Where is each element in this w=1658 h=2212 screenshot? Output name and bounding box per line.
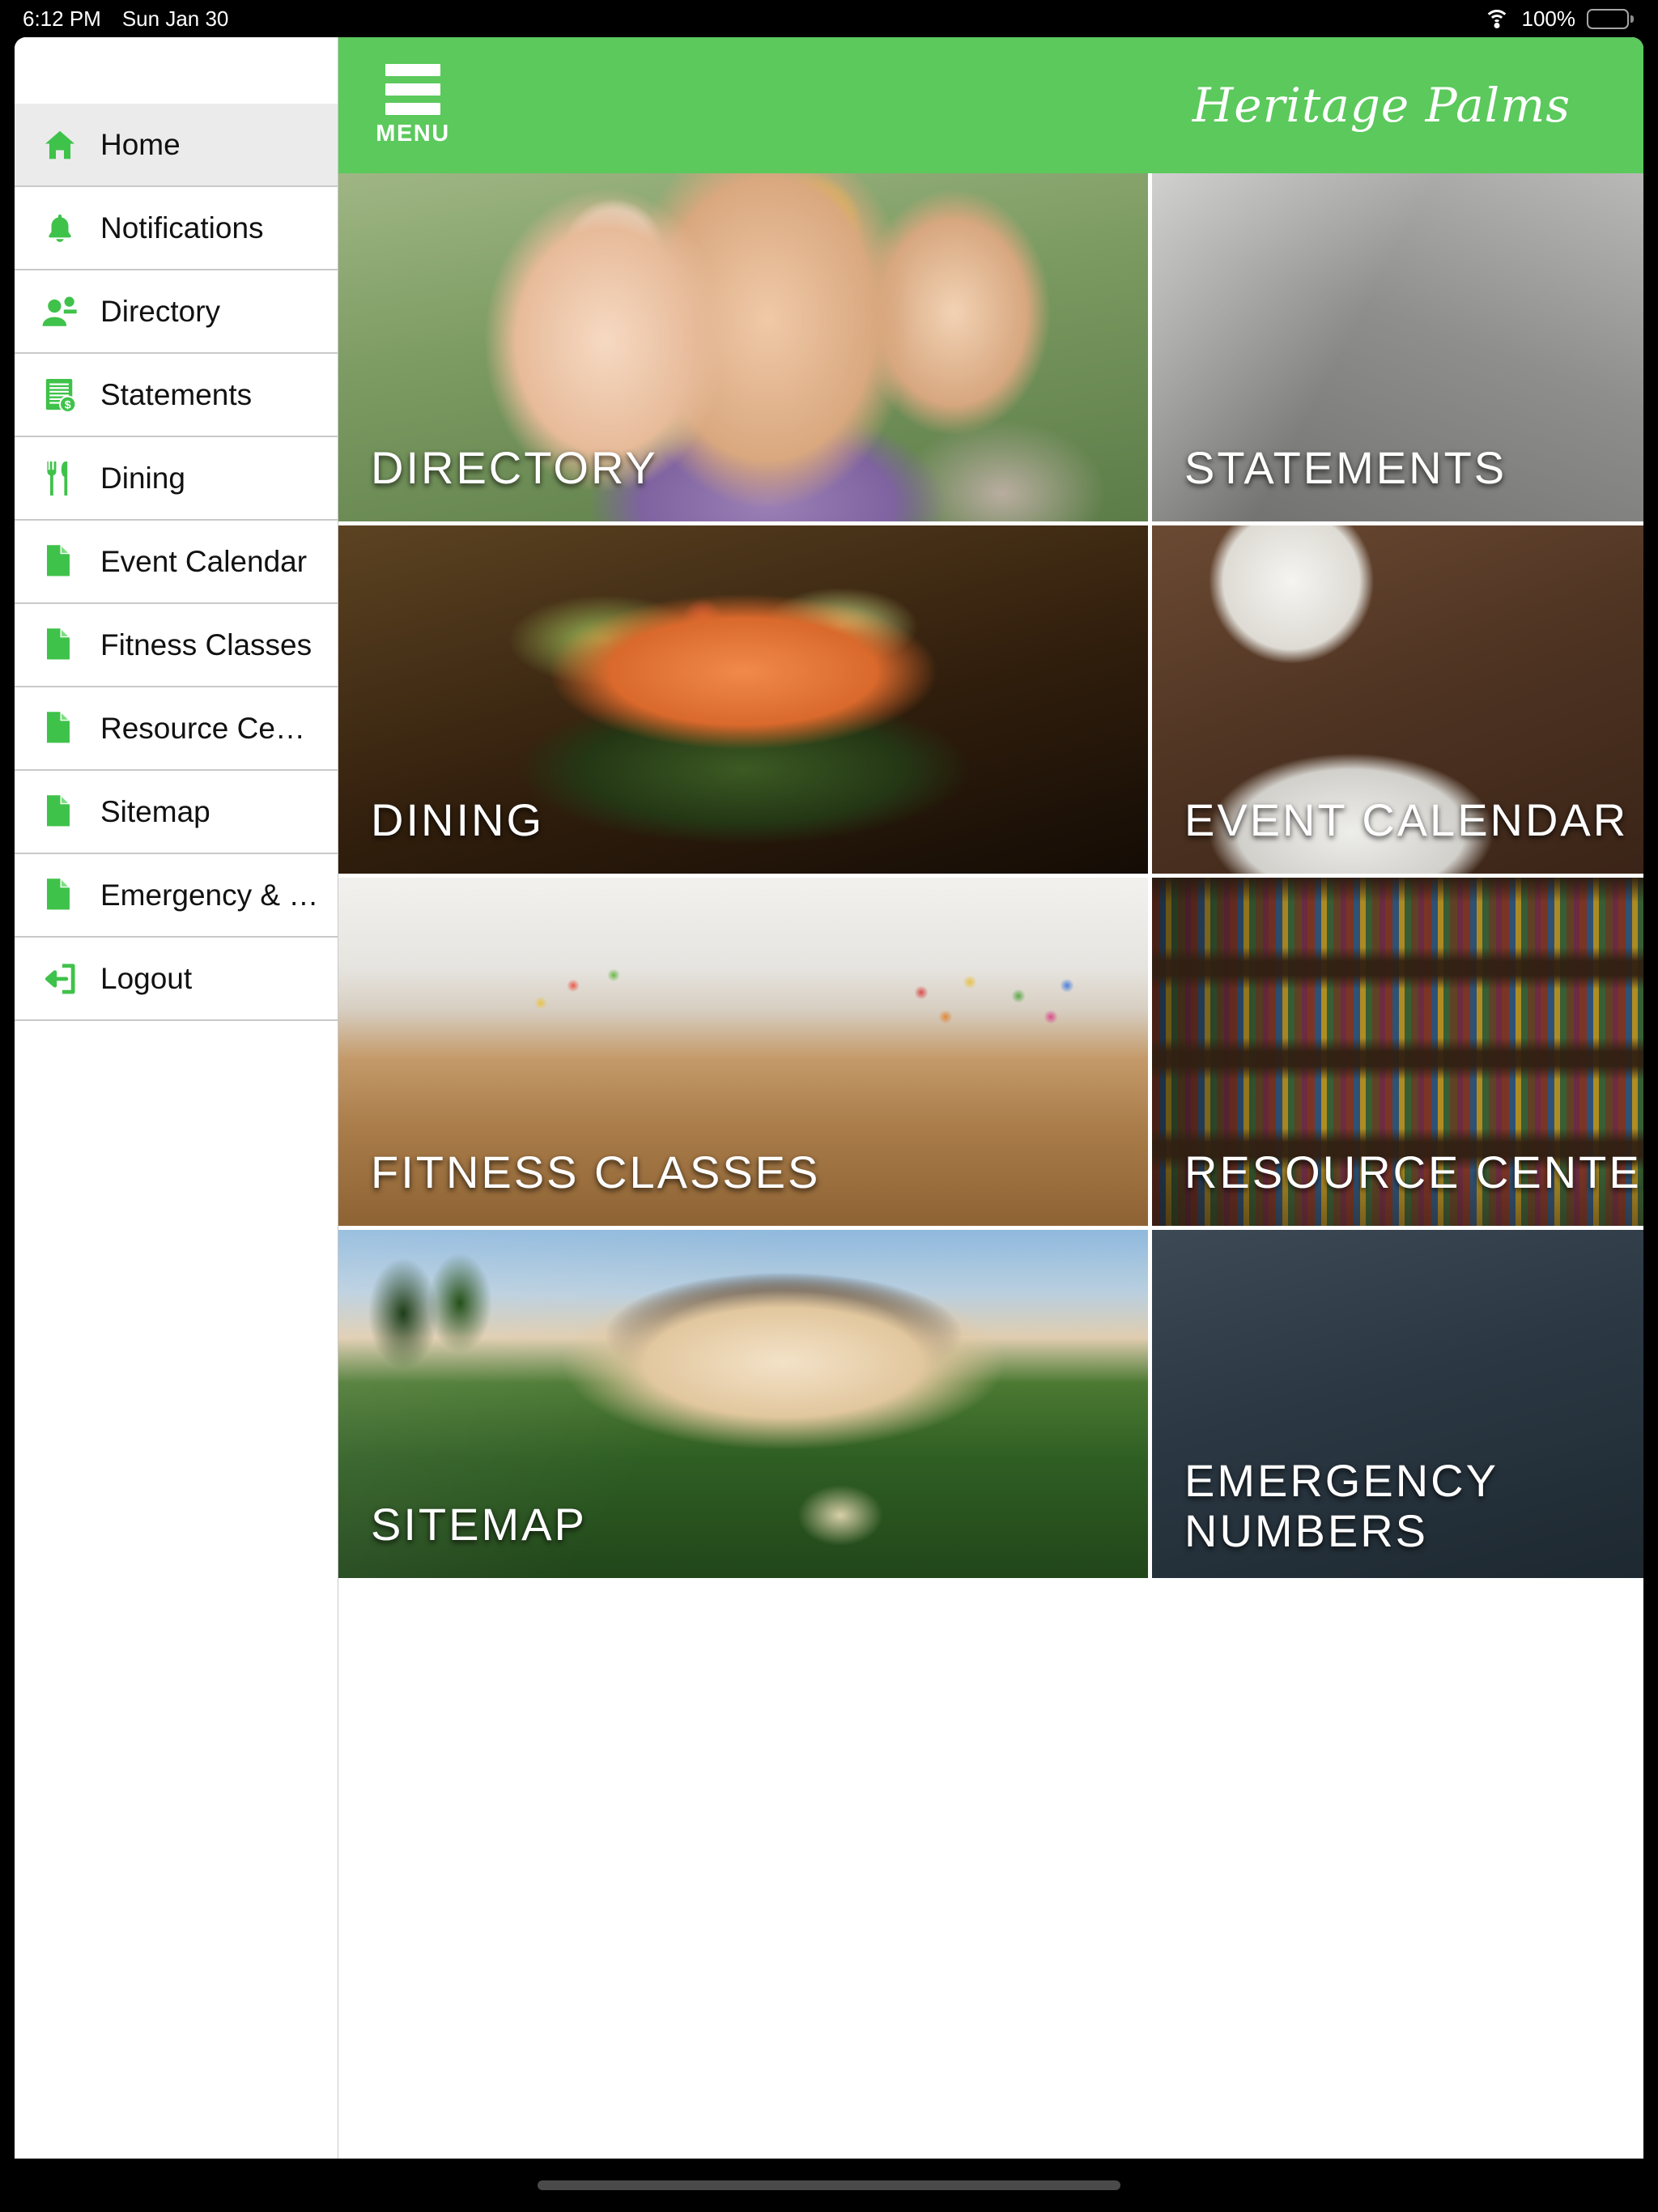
tile-resource-center[interactable]: RESOURCE CENTER xyxy=(1152,878,1643,1226)
home-indicator-area xyxy=(0,2159,1658,2212)
menu-button[interactable]: MENU xyxy=(372,63,453,147)
sidebar-item-label: Sitemap xyxy=(100,794,210,828)
sidebar-item-emergency-important[interactable]: Emergency & Importa… xyxy=(15,854,338,938)
sidebar-item-label: Fitness Classes xyxy=(100,627,312,661)
hamburger-icon xyxy=(385,63,440,115)
tile-label: EVENT CALENDAR xyxy=(1184,794,1629,846)
sidebar-item-fitness-classes[interactable]: Fitness Classes xyxy=(15,604,338,687)
sidebar-item-notifications[interactable]: Notifications xyxy=(15,187,338,270)
home-indicator[interactable] xyxy=(538,2180,1120,2190)
sidebar-item-dining[interactable]: Dining xyxy=(15,437,338,521)
people-icon xyxy=(37,295,83,329)
tile-label: EMERGENCY NUMBERS xyxy=(1184,1454,1498,1557)
status-date: Sun Jan 30 xyxy=(121,6,229,31)
tile-dining[interactable]: DINING xyxy=(338,525,1148,874)
sidebar-item-logout[interactable]: Logout xyxy=(15,938,338,1021)
tile-fitness-classes[interactable]: FITNESS CLASSES xyxy=(338,878,1148,1226)
tile-sitemap[interactable]: SITEMAP xyxy=(338,1230,1148,1578)
tile-label: DIRECTORY xyxy=(371,442,658,494)
sidebar-item-event-calendar[interactable]: Event Calendar xyxy=(15,521,338,604)
tile-statements[interactable]: STATEMENTS xyxy=(1152,173,1643,521)
sidebar-item-label: Statements xyxy=(100,377,253,411)
wifi-icon xyxy=(1483,8,1511,29)
battery-percent-label: 100% xyxy=(1521,6,1576,31)
tile-label: DINING xyxy=(371,794,544,846)
tile-grid: DIRECTORY STATEMENTS DINING EVENT CALEND… xyxy=(338,173,1643,1578)
sidebar-item-label: Logout xyxy=(100,961,193,995)
status-bar-right: 100% xyxy=(1483,6,1634,32)
page-icon xyxy=(37,542,83,581)
tile-event-calendar[interactable]: EVENT CALENDAR xyxy=(1152,525,1643,874)
sidebar-top-spacer xyxy=(15,37,338,104)
sidebar-item-label: Notifications xyxy=(100,211,264,245)
sidebar-item-home[interactable]: Home xyxy=(15,104,338,187)
app-header: MENU Heritage Palms xyxy=(338,37,1643,173)
tile-label: FITNESS CLASSES xyxy=(371,1146,821,1198)
status-time: 6:12 PM xyxy=(23,6,101,31)
status-bar-left: 6:12 PM Sun Jan 30 xyxy=(23,6,228,32)
brand-logo: Heritage Palms xyxy=(1192,78,1571,133)
page-icon xyxy=(37,876,83,915)
sidebar-item-label: Event Calendar xyxy=(100,544,308,578)
app-window: Home Notifications Directory $ Statement… xyxy=(15,37,1643,2159)
home-icon xyxy=(37,126,83,164)
page-icon xyxy=(37,709,83,748)
sidebar-item-resource-center[interactable]: Resource Center xyxy=(15,687,338,771)
statement-doc-icon: $ xyxy=(37,376,83,415)
page-icon xyxy=(37,793,83,832)
tile-directory[interactable]: DIRECTORY xyxy=(338,173,1148,521)
fork-knife-icon xyxy=(37,459,83,498)
bell-icon xyxy=(37,210,83,247)
main-content: MENU Heritage Palms DIRECTORY STATEMENTS… xyxy=(338,37,1643,2159)
sidebar-item-directory[interactable]: Directory xyxy=(15,270,338,354)
page-icon xyxy=(37,626,83,665)
sidebar-item-sitemap[interactable]: Sitemap xyxy=(15,771,338,854)
tile-label: STATEMENTS xyxy=(1184,442,1507,494)
menu-button-label: MENU xyxy=(376,120,450,147)
svg-text:$: $ xyxy=(65,398,71,410)
tile-label: RESOURCE CENTER xyxy=(1184,1146,1643,1198)
sidebar-item-label: Resource Center xyxy=(100,711,321,745)
sidebar-item-label: Emergency & Importa… xyxy=(100,878,321,912)
sidebar-item-statements[interactable]: $ Statements xyxy=(15,354,338,437)
sidebar-item-label: Dining xyxy=(100,461,185,495)
battery-full-icon xyxy=(1587,8,1634,29)
tile-label: SITEMAP xyxy=(371,1499,587,1551)
sidebar-item-label: Directory xyxy=(100,294,221,328)
sidebar-item-label: Home xyxy=(100,127,181,161)
sidebar-navigation: Home Notifications Directory $ Statement… xyxy=(15,37,338,2159)
tile-emergency-numbers[interactable]: EMERGENCY NUMBERS xyxy=(1152,1230,1643,1578)
status-bar: 6:12 PM Sun Jan 30 100% xyxy=(0,0,1658,37)
logout-icon xyxy=(37,961,83,997)
